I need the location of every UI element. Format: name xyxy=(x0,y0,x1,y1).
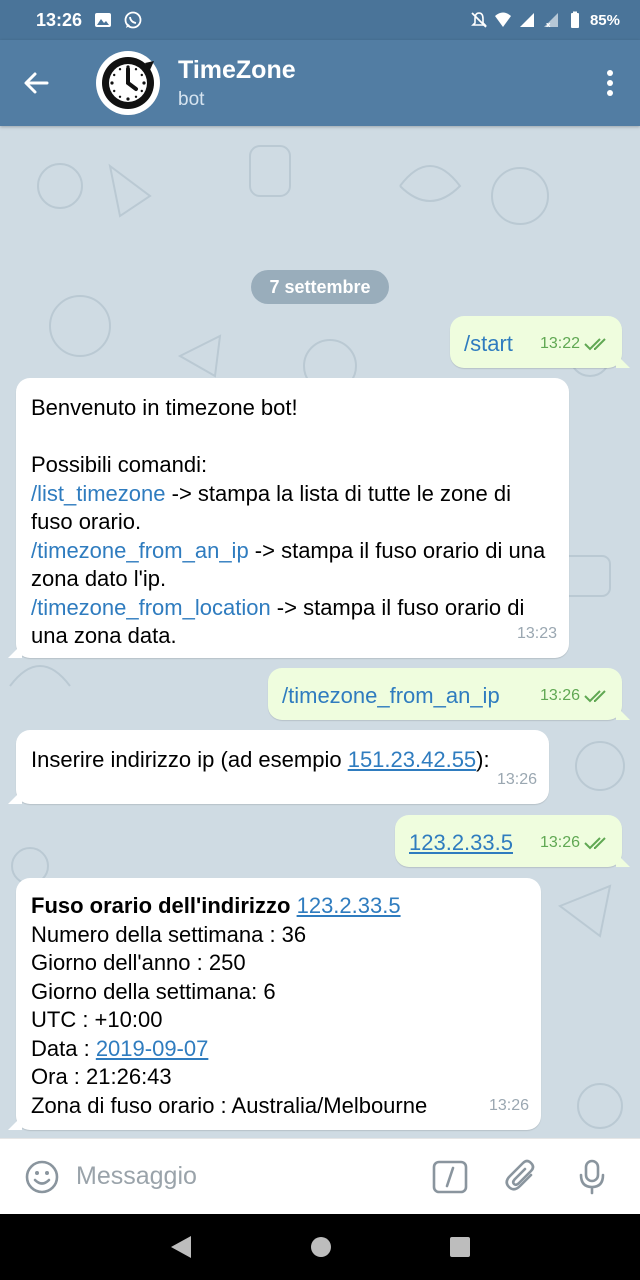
svg-text:x: x xyxy=(546,21,551,29)
chat-area[interactable]: 7 settembre /start 13:22 Benvenuto in ti… xyxy=(0,126,640,1138)
message-incoming[interactable]: Fuso orario dell'indirizzo 123.2.33.5 Nu… xyxy=(8,878,541,1130)
message-line: /list_timezone -> stampa la lista di tut… xyxy=(31,480,553,537)
system-nav-bar xyxy=(0,1214,640,1280)
bot-commands-button[interactable] xyxy=(432,1159,468,1195)
ip-link[interactable]: 151.23.42.55 xyxy=(348,747,476,772)
message-line: Benvenuto in timezone bot! xyxy=(31,395,298,420)
chat-title: TimeZone xyxy=(178,55,296,84)
message-time: 13:26 xyxy=(488,1096,529,1114)
date-divider: 7 settembre xyxy=(251,270,389,304)
date-link[interactable]: 2019-09-07 xyxy=(96,1036,209,1061)
message-line: Fuso orario dell'indirizzo 123.2.33.5 xyxy=(31,892,541,921)
message-text: ): xyxy=(476,747,490,772)
message-line: Ora : 21:26:43 xyxy=(31,1064,172,1089)
message-line: Giorno dell'anno : 250 xyxy=(31,950,246,975)
command-link[interactable]: /list_timezone xyxy=(31,481,166,506)
message-line: Possibili comandi: xyxy=(31,452,208,477)
message-text[interactable]: /start xyxy=(464,331,513,356)
message-outgoing[interactable]: 123.2.33.5 13:26 xyxy=(395,815,630,867)
message-meta: 13:22 xyxy=(540,330,610,359)
message-line: /timezone_from_an_ip -> stampa il fuso o… xyxy=(31,537,553,594)
whatsapp-icon xyxy=(124,11,142,29)
voice-button[interactable] xyxy=(574,1159,610,1195)
message-meta: 13:26 xyxy=(489,1092,529,1121)
mute-icon xyxy=(471,12,487,28)
nav-back-icon[interactable] xyxy=(169,1234,193,1260)
message-text[interactable]: /timezone_from_an_ip xyxy=(282,683,500,708)
message-line: UTC : +10:00 xyxy=(31,1007,163,1032)
double-check-icon xyxy=(584,690,606,703)
battery-level: 85% xyxy=(589,11,620,29)
nav-home-icon[interactable] xyxy=(310,1236,332,1258)
message-line: Numero della settimana : 36 xyxy=(31,921,307,947)
message-outgoing[interactable]: /timezone_from_an_ip 13:26 xyxy=(268,668,630,720)
arrow-left-icon xyxy=(24,72,49,94)
double-check-icon xyxy=(584,338,606,351)
message-time: 13:22 xyxy=(539,334,580,352)
ip-link[interactable]: 123.2.33.5 xyxy=(409,830,513,855)
message-line: Data : 2019-09-07 xyxy=(31,1035,541,1064)
message-time: 13:26 xyxy=(539,686,580,704)
paperclip-icon xyxy=(505,1159,535,1191)
message-time: 13:26 xyxy=(496,770,537,788)
nav-recents-icon[interactable] xyxy=(449,1236,471,1258)
emoji-button[interactable] xyxy=(22,1159,62,1195)
message-time: 13:23 xyxy=(516,624,557,642)
message-incoming[interactable]: Benvenuto in timezone bot! Possibili com… xyxy=(8,378,569,658)
battery-icon xyxy=(570,11,579,28)
ip-link[interactable]: 123.2.33.5 xyxy=(297,893,401,918)
clock-icon xyxy=(102,57,154,109)
chat-header: TimeZone bot xyxy=(0,40,640,126)
back-button[interactable] xyxy=(0,40,72,126)
result-heading: Fuso orario dell'indirizzo xyxy=(31,893,297,918)
command-link[interactable]: /timezone_from_location xyxy=(31,595,271,620)
message-meta: 13:26 xyxy=(540,829,610,858)
status-bar: 13:26 x 85% xyxy=(0,0,640,40)
message-meta: 13:26 xyxy=(497,766,537,795)
attach-button[interactable] xyxy=(504,1159,540,1195)
message-meta: 13:23 xyxy=(517,620,557,649)
more-button[interactable] xyxy=(580,40,640,126)
message-line: Zona di fuso orario : Australia/Melbourn… xyxy=(31,1092,428,1118)
message-input[interactable]: Messaggio xyxy=(76,1162,406,1191)
message-time: 13:26 xyxy=(539,833,580,851)
more-vertical-icon xyxy=(607,70,613,96)
wifi-icon xyxy=(494,12,511,27)
message-line: Giorno della settimana: 6 xyxy=(31,978,276,1004)
message-input-bar: Messaggio xyxy=(0,1138,640,1214)
message-label: Data : xyxy=(31,1035,96,1061)
signal-icon xyxy=(519,13,534,27)
message-line: /timezone_from_location -> stampa il fus… xyxy=(31,594,553,651)
message-text: Inserire indirizzo ip (ad esempio xyxy=(31,747,348,772)
double-check-icon xyxy=(584,837,606,850)
chat-title-block[interactable]: TimeZone bot xyxy=(178,56,296,111)
message-incoming[interactable]: Inserire indirizzo ip (ad esempio 151.23… xyxy=(8,730,549,804)
chat-subtitle: bot xyxy=(178,88,205,110)
message-meta: 13:26 xyxy=(540,682,610,711)
slash-command-icon xyxy=(432,1160,468,1193)
message-outgoing[interactable]: /start 13:22 xyxy=(450,316,630,368)
microphone-icon xyxy=(579,1159,605,1194)
avatar[interactable] xyxy=(96,51,160,115)
status-time: 13:26 xyxy=(36,9,83,30)
image-icon xyxy=(95,13,112,27)
command-link[interactable]: /timezone_from_an_ip xyxy=(31,538,249,563)
emoji-icon xyxy=(25,1160,59,1193)
signal-icon: x xyxy=(543,13,558,29)
